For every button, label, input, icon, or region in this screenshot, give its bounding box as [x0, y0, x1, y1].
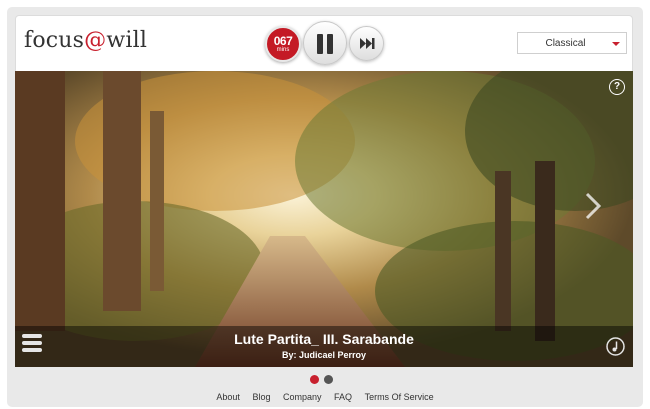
logo-text-focus: focus [24, 28, 85, 53]
timer-button[interactable]: 067 mins [265, 26, 301, 62]
skip-forward-icon [360, 38, 375, 49]
footer-link-faq[interactable]: FAQ [334, 392, 352, 402]
help-icon[interactable]: ? [609, 79, 625, 95]
timer-value: 067 [273, 34, 293, 48]
top-bar: focus@will 067 mins Classical [15, 15, 633, 71]
track-artist: By: Judicael Perroy [281, 350, 367, 360]
skip-button[interactable] [349, 26, 384, 61]
pagination-dot[interactable] [324, 375, 333, 384]
genre-value: Classical [545, 38, 586, 49]
pause-button[interactable] [303, 21, 347, 65]
music-note-icon[interactable] [606, 337, 625, 356]
background-image: ? Lute Partita_ III. Sarabande By: Judic… [15, 71, 633, 367]
footer: About Blog Company FAQ Terms Of Service [0, 392, 650, 402]
pagination-dot-active[interactable] [310, 375, 319, 384]
chevron-down-icon [612, 42, 620, 46]
footer-link-blog[interactable]: Blog [252, 392, 270, 402]
footer-link-about[interactable]: About [216, 392, 240, 402]
now-playing-bar: Lute Partita_ III. Sarabande By: Judicae… [15, 326, 633, 367]
logo-text-will: will [106, 28, 148, 53]
chevron-right-icon[interactable] [581, 189, 605, 223]
track-title: Lute Partita_ III. Sarabande [234, 331, 414, 347]
footer-link-terms[interactable]: Terms Of Service [365, 392, 434, 402]
forest-path-image [15, 71, 633, 367]
genre-select[interactable]: Classical [517, 32, 627, 54]
timer-unit: mins [276, 47, 290, 53]
logo[interactable]: focus@will [24, 28, 147, 53]
logo-at: @ [84, 28, 107, 53]
footer-link-company[interactable]: Company [283, 392, 322, 402]
